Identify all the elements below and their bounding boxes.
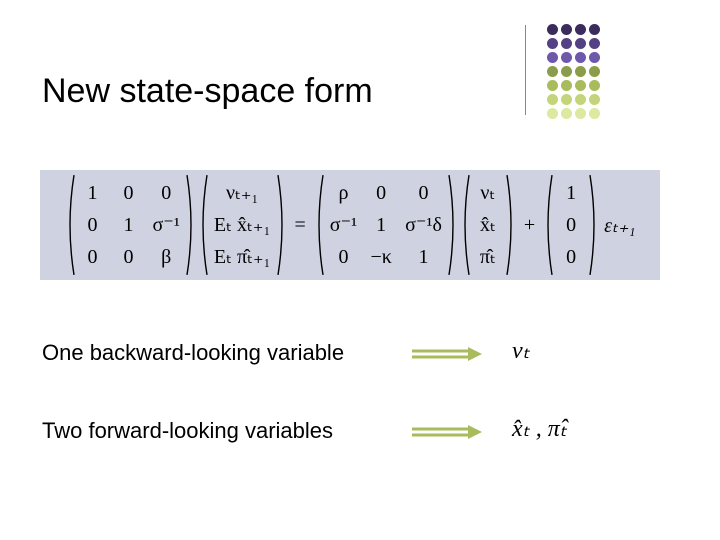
cell: 0 xyxy=(81,241,105,273)
cell: 0 xyxy=(405,177,442,209)
matrix-E-lhs: 1 0 0 0 1 0 0 σ⁻¹ β xyxy=(65,173,196,277)
state-space-equation: 1 0 0 0 1 0 0 σ⁻¹ β νₜ₊₁ Eₜ x̂ₜ₊₁ Eₜ π̂ₜ… xyxy=(65,173,636,277)
cell: ρ xyxy=(330,177,357,209)
decor-dot xyxy=(589,38,600,49)
cell: 1 xyxy=(81,177,105,209)
decor-dot xyxy=(575,94,586,105)
decor-dot xyxy=(561,52,572,63)
decorative-dots xyxy=(545,22,601,120)
cell: x̂ₜ xyxy=(476,209,500,241)
cell: σ⁻¹ xyxy=(330,209,357,241)
backward-text: One backward-looking variable xyxy=(42,340,344,366)
cell: 0 xyxy=(559,209,583,241)
cell: π̂ₜ xyxy=(476,241,500,273)
vector-state-t: νₜ x̂ₜ π̂ₜ xyxy=(460,173,516,277)
var-x-pi: x̂ₜ , π̂ₜ xyxy=(512,414,567,443)
forward-text: Two forward-looking variables xyxy=(42,418,333,444)
cell: 0 xyxy=(369,177,393,209)
decor-dot xyxy=(589,24,600,35)
decor-dot xyxy=(547,66,558,77)
decor-dot xyxy=(547,108,558,119)
cell: νₜ xyxy=(476,177,500,209)
var-nu: νₜ xyxy=(512,336,530,365)
decor-dot xyxy=(589,80,600,91)
cell: νₜ₊₁ xyxy=(214,177,271,209)
cell: 1 xyxy=(117,209,141,241)
decor-dot xyxy=(575,38,586,49)
cell: 1 xyxy=(405,241,442,273)
cell: Eₜ x̂ₜ₊₁ xyxy=(214,209,271,241)
decor-dot xyxy=(575,24,586,35)
decor-dot xyxy=(561,80,572,91)
arrow-icon xyxy=(412,425,482,439)
decor-dot xyxy=(561,24,572,35)
backward-line: One backward-looking variable xyxy=(42,340,344,366)
decor-dot xyxy=(547,80,558,91)
cell: 1 xyxy=(369,209,393,241)
forward-line: Two forward-looking variables xyxy=(42,418,333,444)
decor-dot xyxy=(575,52,586,63)
vector-state-next: νₜ₊₁ Eₜ x̂ₜ₊₁ Eₜ π̂ₜ₊₁ xyxy=(198,173,287,277)
cell: 0 xyxy=(330,241,357,273)
header-divider xyxy=(525,25,526,115)
cell: 1 xyxy=(559,177,583,209)
decor-dot xyxy=(561,94,572,105)
cell: 0 xyxy=(117,241,141,273)
decor-dot xyxy=(575,80,586,91)
cell: 0 xyxy=(81,209,105,241)
slide-title: New state-space form xyxy=(42,72,373,111)
matrix-A-rhs: ρ σ⁻¹ 0 0 1 −κ 0 σ⁻¹δ 1 xyxy=(314,173,458,277)
cell: 0 xyxy=(559,241,583,273)
cell: β xyxy=(153,241,180,273)
decor-dot xyxy=(575,108,586,119)
decor-dot xyxy=(589,108,600,119)
cell: −κ xyxy=(369,241,393,273)
decor-dot xyxy=(561,66,572,77)
vector-B: 1 0 0 xyxy=(543,173,599,277)
cell: Eₜ π̂ₜ₊₁ xyxy=(214,241,271,273)
decor-dot xyxy=(589,94,600,105)
decor-dot xyxy=(547,38,558,49)
decor-dot xyxy=(547,24,558,35)
plus-sign: + xyxy=(518,214,541,237)
equation-box: 1 0 0 0 1 0 0 σ⁻¹ β νₜ₊₁ Eₜ x̂ₜ₊₁ Eₜ π̂ₜ… xyxy=(40,170,660,280)
decor-dot xyxy=(547,52,558,63)
cell: 0 xyxy=(117,177,141,209)
decor-dot xyxy=(561,108,572,119)
equals-sign: = xyxy=(289,214,312,237)
decor-dot xyxy=(547,94,558,105)
decor-dot xyxy=(561,38,572,49)
arrow-icon xyxy=(412,347,482,361)
decor-dot xyxy=(589,66,600,77)
cell: σ⁻¹ xyxy=(153,209,180,241)
decor-dot xyxy=(575,66,586,77)
cell: σ⁻¹δ xyxy=(405,209,442,241)
cell: 0 xyxy=(153,177,180,209)
epsilon-term: εₜ₊₁ xyxy=(601,213,635,238)
decor-dot xyxy=(589,52,600,63)
